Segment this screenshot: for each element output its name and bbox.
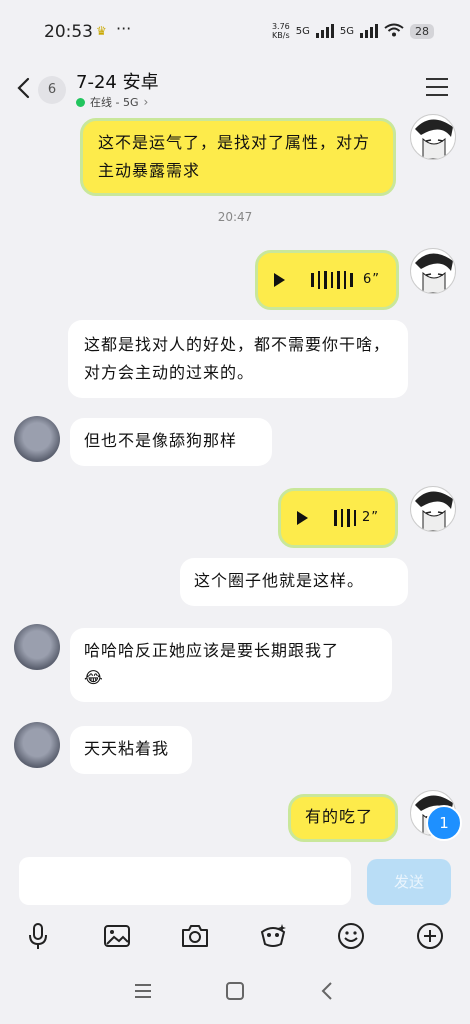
message-list[interactable]: 这不是运气了，是找对了属性，对方主动暴露需求 20:47 6” 这都是找对人的好…	[0, 114, 470, 850]
chat-header: 6 7-24 安卓 在线 - 5G ›	[0, 62, 470, 114]
message-input[interactable]	[19, 857, 351, 905]
status-bar: 20:53 ♛ ··· 3.76 KB/s 5G 5G 28	[0, 0, 470, 62]
image-icon[interactable]	[101, 920, 133, 952]
input-bar: 发送	[0, 850, 470, 912]
menu-icon[interactable]	[130, 978, 156, 1004]
message-bubble[interactable]: 有的吃了	[288, 794, 398, 842]
contact-avatar[interactable]	[14, 416, 60, 462]
my-avatar[interactable]	[410, 114, 456, 160]
system-nav-bar	[0, 960, 470, 1024]
signal-icon	[315, 24, 334, 38]
contact-status[interactable]: 在线 - 5G ›	[76, 94, 148, 110]
online-dot-icon	[76, 97, 85, 107]
laughing-emoji: 😂	[84, 668, 104, 687]
message-bubble[interactable]: 天天粘着我	[70, 726, 192, 774]
voice-duration: 2”	[361, 510, 379, 525]
app-notification-icon: ♛	[96, 24, 107, 38]
battery-indicator: 28	[410, 23, 434, 39]
waveform-icon	[311, 271, 353, 289]
plus-icon[interactable]	[414, 920, 446, 952]
chat-toolbar	[0, 912, 470, 960]
message-bubble[interactable]: 但也不是像舔狗那样	[70, 418, 272, 466]
message-bubble[interactable]: 这不是运气了，是找对了属性，对方主动暴露需求	[80, 118, 396, 196]
new-message-badge[interactable]: 1	[426, 805, 462, 841]
emoji-icon[interactable]	[335, 920, 367, 952]
chat-title[interactable]: 7-24 安卓	[76, 68, 159, 94]
message-bubble[interactable]: 哈哈哈反正她应该是要长期跟我了 😂	[70, 628, 392, 702]
message-bubble[interactable]: 这个圈子他就是这样。	[180, 558, 408, 606]
chevron-left-icon	[17, 77, 30, 99]
red-packet-icon[interactable]	[257, 920, 289, 952]
menu-button[interactable]	[426, 78, 448, 96]
back-button[interactable]	[14, 76, 34, 100]
contact-avatar[interactable]	[14, 624, 60, 670]
network-type-1: 5G	[295, 25, 310, 37]
play-icon	[274, 273, 285, 287]
send-button[interactable]: 发送	[367, 859, 451, 905]
play-icon	[297, 511, 308, 525]
camera-icon[interactable]	[179, 920, 211, 952]
my-avatar[interactable]	[410, 248, 456, 294]
voice-message[interactable]: 2”	[278, 488, 398, 548]
unread-conversations-badge[interactable]: 6	[38, 76, 66, 104]
chevron-right-icon: ›	[143, 95, 149, 109]
waveform-icon	[334, 509, 356, 527]
network-speed: 3.76 KB/s	[271, 22, 290, 40]
voice-message[interactable]: 6”	[255, 250, 399, 310]
wifi-icon	[384, 23, 404, 40]
message-timestamp: 20:47	[217, 210, 253, 224]
message-bubble[interactable]: 这都是找对人的好处，都不需要你干啥，对方会主动的过来的。	[68, 320, 408, 398]
contact-avatar[interactable]	[14, 722, 60, 768]
network-type-2: 5G	[339, 25, 354, 37]
status-time: 20:53	[44, 22, 93, 42]
more-icon: ···	[116, 19, 132, 38]
microphone-icon[interactable]	[22, 920, 54, 952]
signal-icon-2	[360, 24, 378, 38]
my-avatar[interactable]	[410, 486, 456, 532]
voice-duration: 6”	[362, 272, 380, 287]
home-icon[interactable]	[222, 978, 248, 1004]
back-icon[interactable]	[315, 978, 341, 1004]
